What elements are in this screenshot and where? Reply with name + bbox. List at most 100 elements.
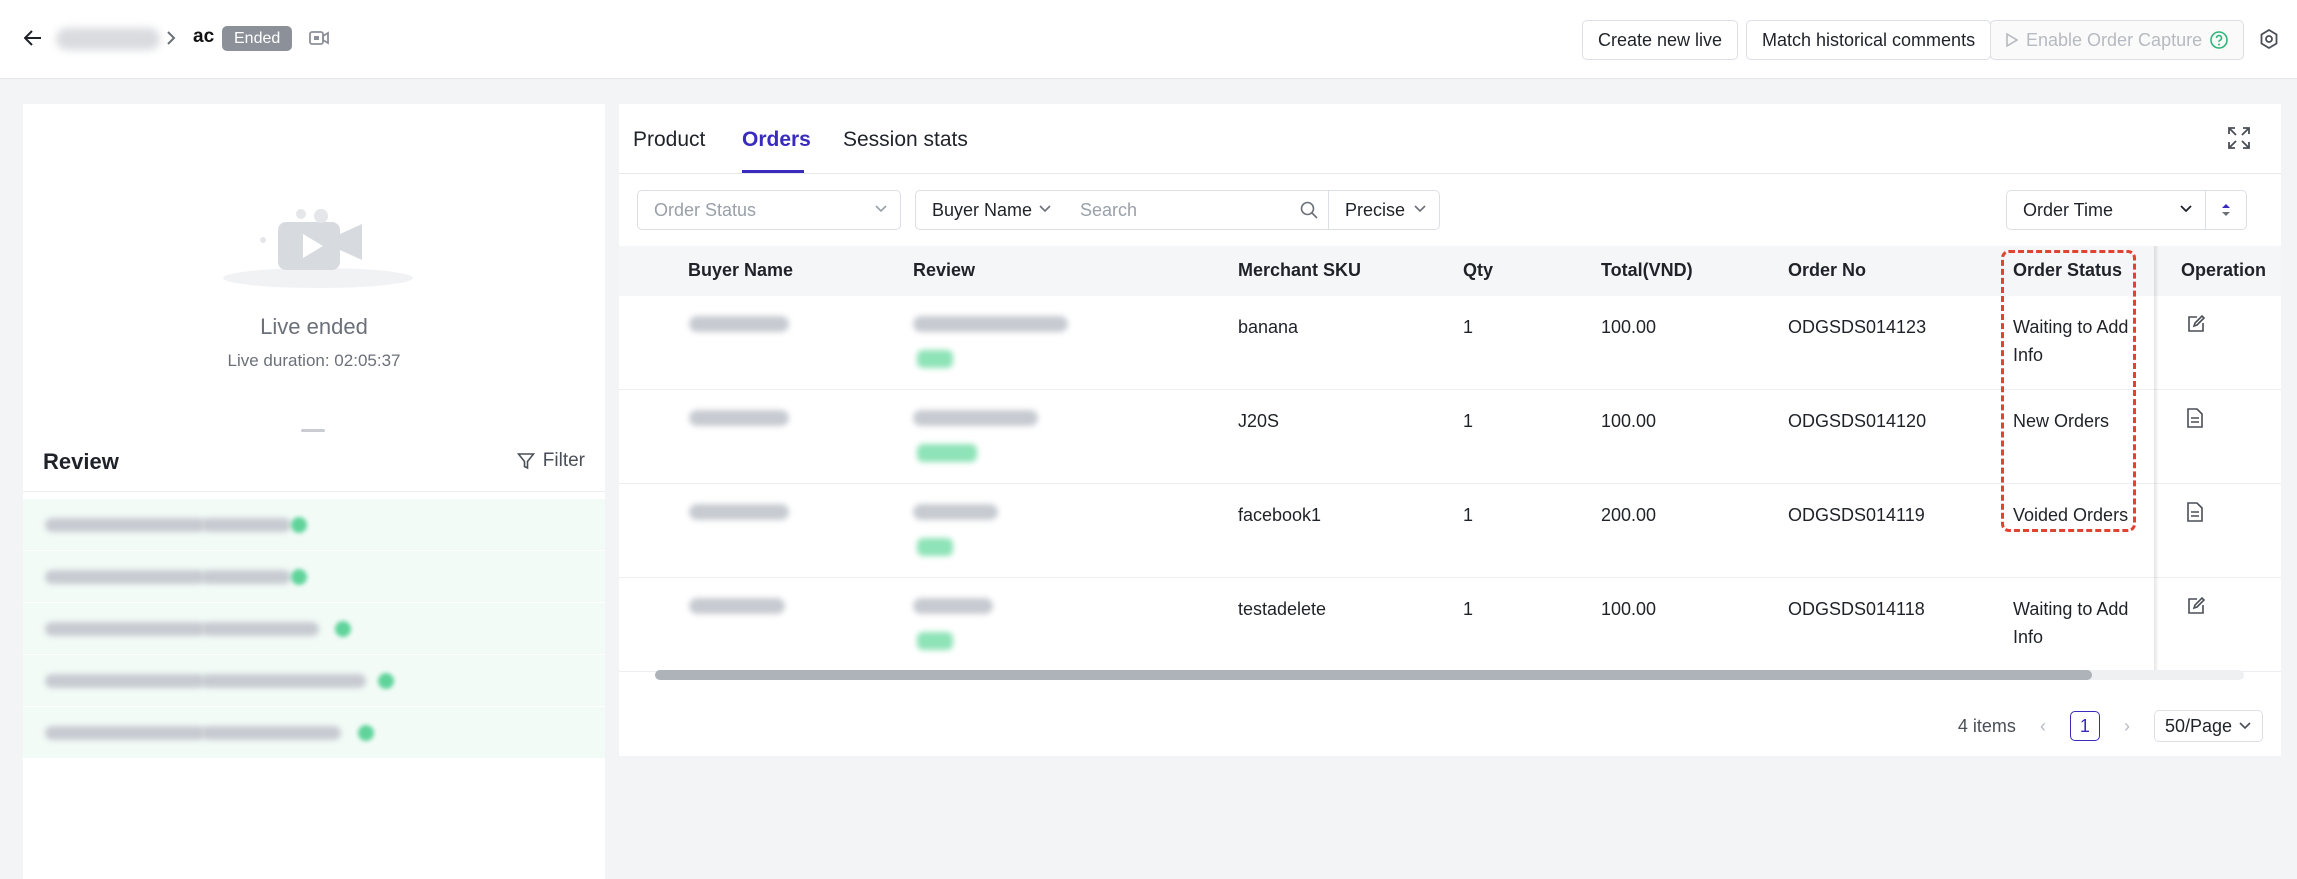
column-header[interactable]: Merchant SKU: [1238, 260, 1361, 281]
prev-page-icon[interactable]: ‹: [2034, 716, 2052, 737]
page-title: ac: [193, 26, 215, 47]
enable-order-capture-label: Enable Order Capture: [2026, 30, 2203, 50]
total-cell: 100.00: [1601, 317, 1657, 337]
divider: [23, 491, 605, 492]
total-cell: 200.00: [1601, 505, 1657, 525]
total-items: 4 items: [1957, 715, 2016, 736]
merchant-sku-cell: J20S: [1238, 411, 1280, 431]
edit-icon[interactable]: [2186, 596, 2208, 618]
qty-cell: 1: [1463, 505, 1474, 525]
sticky-column-shadow: [2154, 246, 2159, 680]
merchant-sku-cell: facebook1: [1238, 505, 1322, 525]
orders-panel: Product Orders Session stats Order Statu…: [619, 104, 2281, 756]
tab-session-stats[interactable]: Session stats: [843, 128, 968, 152]
chevron-down-icon: [875, 205, 887, 213]
review-title: Review: [43, 449, 119, 474]
page-size-select[interactable]: 50/Page: [2153, 710, 2263, 742]
table-body: banana 1 100.00 ODGSDS014123 Waiting to …: [619, 296, 2281, 672]
order-no-cell: ODGSDS014119: [1788, 505, 1925, 525]
table-header: Buyer Name Review Merchant SKU Qty Total…: [619, 246, 2281, 296]
sort-icon: [2222, 204, 2230, 216]
document-icon[interactable]: [2186, 502, 2208, 524]
order-status-cell: New Orders: [2013, 411, 2110, 431]
merchant-sku-cell: banana: [1238, 317, 1299, 337]
page-size-label: 50/Page: [2164, 716, 2232, 736]
table-row[interactable]: testadelete 1 100.00 ODGSDS014118 Waitin…: [619, 578, 2281, 672]
orders-table: Buyer Name Review Merchant SKU Qty Total…: [619, 246, 2281, 680]
match-historical-comments-button[interactable]: Match historical comments: [1746, 20, 1992, 60]
chevron-down-icon: [2239, 722, 2251, 730]
table-row[interactable]: facebook1 1 200.00 ODGSDS014119 Voided O…: [619, 484, 2281, 578]
table-row[interactable]: J20S 1 100.00 ODGSDS014120 New Orders: [619, 390, 2281, 484]
search-icon[interactable]: [1300, 201, 1318, 219]
pagination: 4 items ‹ 1 › 50/Page: [1958, 710, 2263, 742]
settings-icon[interactable]: [2258, 28, 2282, 52]
column-header[interactable]: Total(VND): [1601, 260, 1693, 281]
order-status-cell: Voided Orders: [2013, 505, 2129, 525]
list-item[interactable]: [23, 499, 605, 551]
document-icon[interactable]: [2186, 408, 2208, 430]
column-header[interactable]: Buyer Name: [688, 260, 793, 281]
column-header[interactable]: Operation: [2181, 260, 2266, 281]
chevron-down-icon: [2180, 205, 2192, 213]
live-duration-text: Live duration: 02:05:37: [227, 351, 401, 370]
column-header[interactable]: Order Status: [2013, 260, 2122, 281]
list-item[interactable]: [23, 551, 605, 603]
breadcrumb-blurred[interactable]: [56, 28, 160, 50]
merchant-sku-cell: testadelete: [1238, 599, 1327, 619]
order-status-placeholder: Order Status: [654, 200, 757, 220]
video-icon[interactable]: [309, 29, 331, 49]
total-cell: 100.00: [1601, 599, 1657, 619]
active-tab-indicator: [742, 170, 804, 173]
horizontal-scrollbar-thumb[interactable]: [655, 670, 2092, 680]
search-field-label: Buyer Name: [932, 200, 1033, 220]
list-item[interactable]: [23, 707, 605, 759]
column-header[interactable]: Qty: [1463, 260, 1493, 281]
top-bar: ac Ended Create new live Match historica…: [0, 0, 2297, 79]
qty-cell: 1: [1463, 317, 1474, 337]
list-item[interactable]: [23, 655, 605, 707]
page-number[interactable]: 1: [2069, 711, 2100, 741]
help-icon[interactable]: [2210, 31, 2228, 49]
edit-icon[interactable]: [2186, 314, 2208, 336]
tab-orders[interactable]: Orders: [742, 128, 811, 152]
video-placeholder-icon: [223, 200, 413, 290]
drag-handle[interactable]: [301, 429, 325, 432]
column-header[interactable]: Review: [913, 260, 975, 281]
search-input[interactable]: Search: [1064, 190, 1329, 230]
next-page-icon[interactable]: ›: [2118, 716, 2136, 737]
back-arrow-icon[interactable]: [22, 27, 44, 49]
tab-product[interactable]: Product: [633, 128, 705, 152]
column-header[interactable]: Order No: [1788, 260, 1866, 281]
order-status-cell: Waiting to Add Info: [2013, 317, 2129, 365]
enable-order-capture-button[interactable]: Enable Order Capture: [1990, 20, 2245, 60]
sort-order-toggle[interactable]: [2205, 190, 2247, 230]
chevron-down-icon: [1039, 205, 1051, 213]
qty-cell: 1: [1463, 599, 1474, 619]
order-no-cell: ODGSDS014120: [1788, 411, 1927, 431]
table-row[interactable]: banana 1 100.00 ODGSDS014123 Waiting to …: [619, 296, 2281, 390]
match-mode-select[interactable]: Precise: [1328, 190, 1440, 230]
filter-button[interactable]: Filter: [516, 450, 585, 472]
chevron-right-icon: [166, 27, 180, 49]
total-cell: 100.00: [1601, 411, 1657, 431]
filter-bar: Order Status Buyer Name Search Precise O…: [637, 190, 2267, 230]
create-new-live-button[interactable]: Create new live: [1582, 20, 1739, 60]
review-list: [23, 499, 605, 759]
order-no-cell: ODGSDS014123: [1788, 317, 1927, 337]
play-icon: [2006, 33, 2018, 47]
sort-field-label: Order Time: [2023, 200, 2114, 220]
status-badge: Ended: [222, 26, 293, 51]
search-field-select[interactable]: Buyer Name: [915, 190, 1065, 230]
sort-field-select[interactable]: Order Time: [2006, 190, 2206, 230]
match-mode-label: Precise: [1345, 200, 1406, 220]
qty-cell: 1: [1463, 411, 1474, 431]
live-status-text: Live ended: [260, 314, 368, 339]
order-status-cell: Waiting to Add Info: [2013, 599, 2129, 647]
fullscreen-icon[interactable]: [2227, 126, 2253, 152]
list-item[interactable]: [23, 603, 605, 655]
search-placeholder: Search: [1080, 200, 1138, 220]
tab-bar: Product Orders Session stats: [619, 104, 2281, 174]
order-status-select[interactable]: Order Status: [637, 190, 901, 230]
chevron-down-icon: [1414, 205, 1426, 213]
